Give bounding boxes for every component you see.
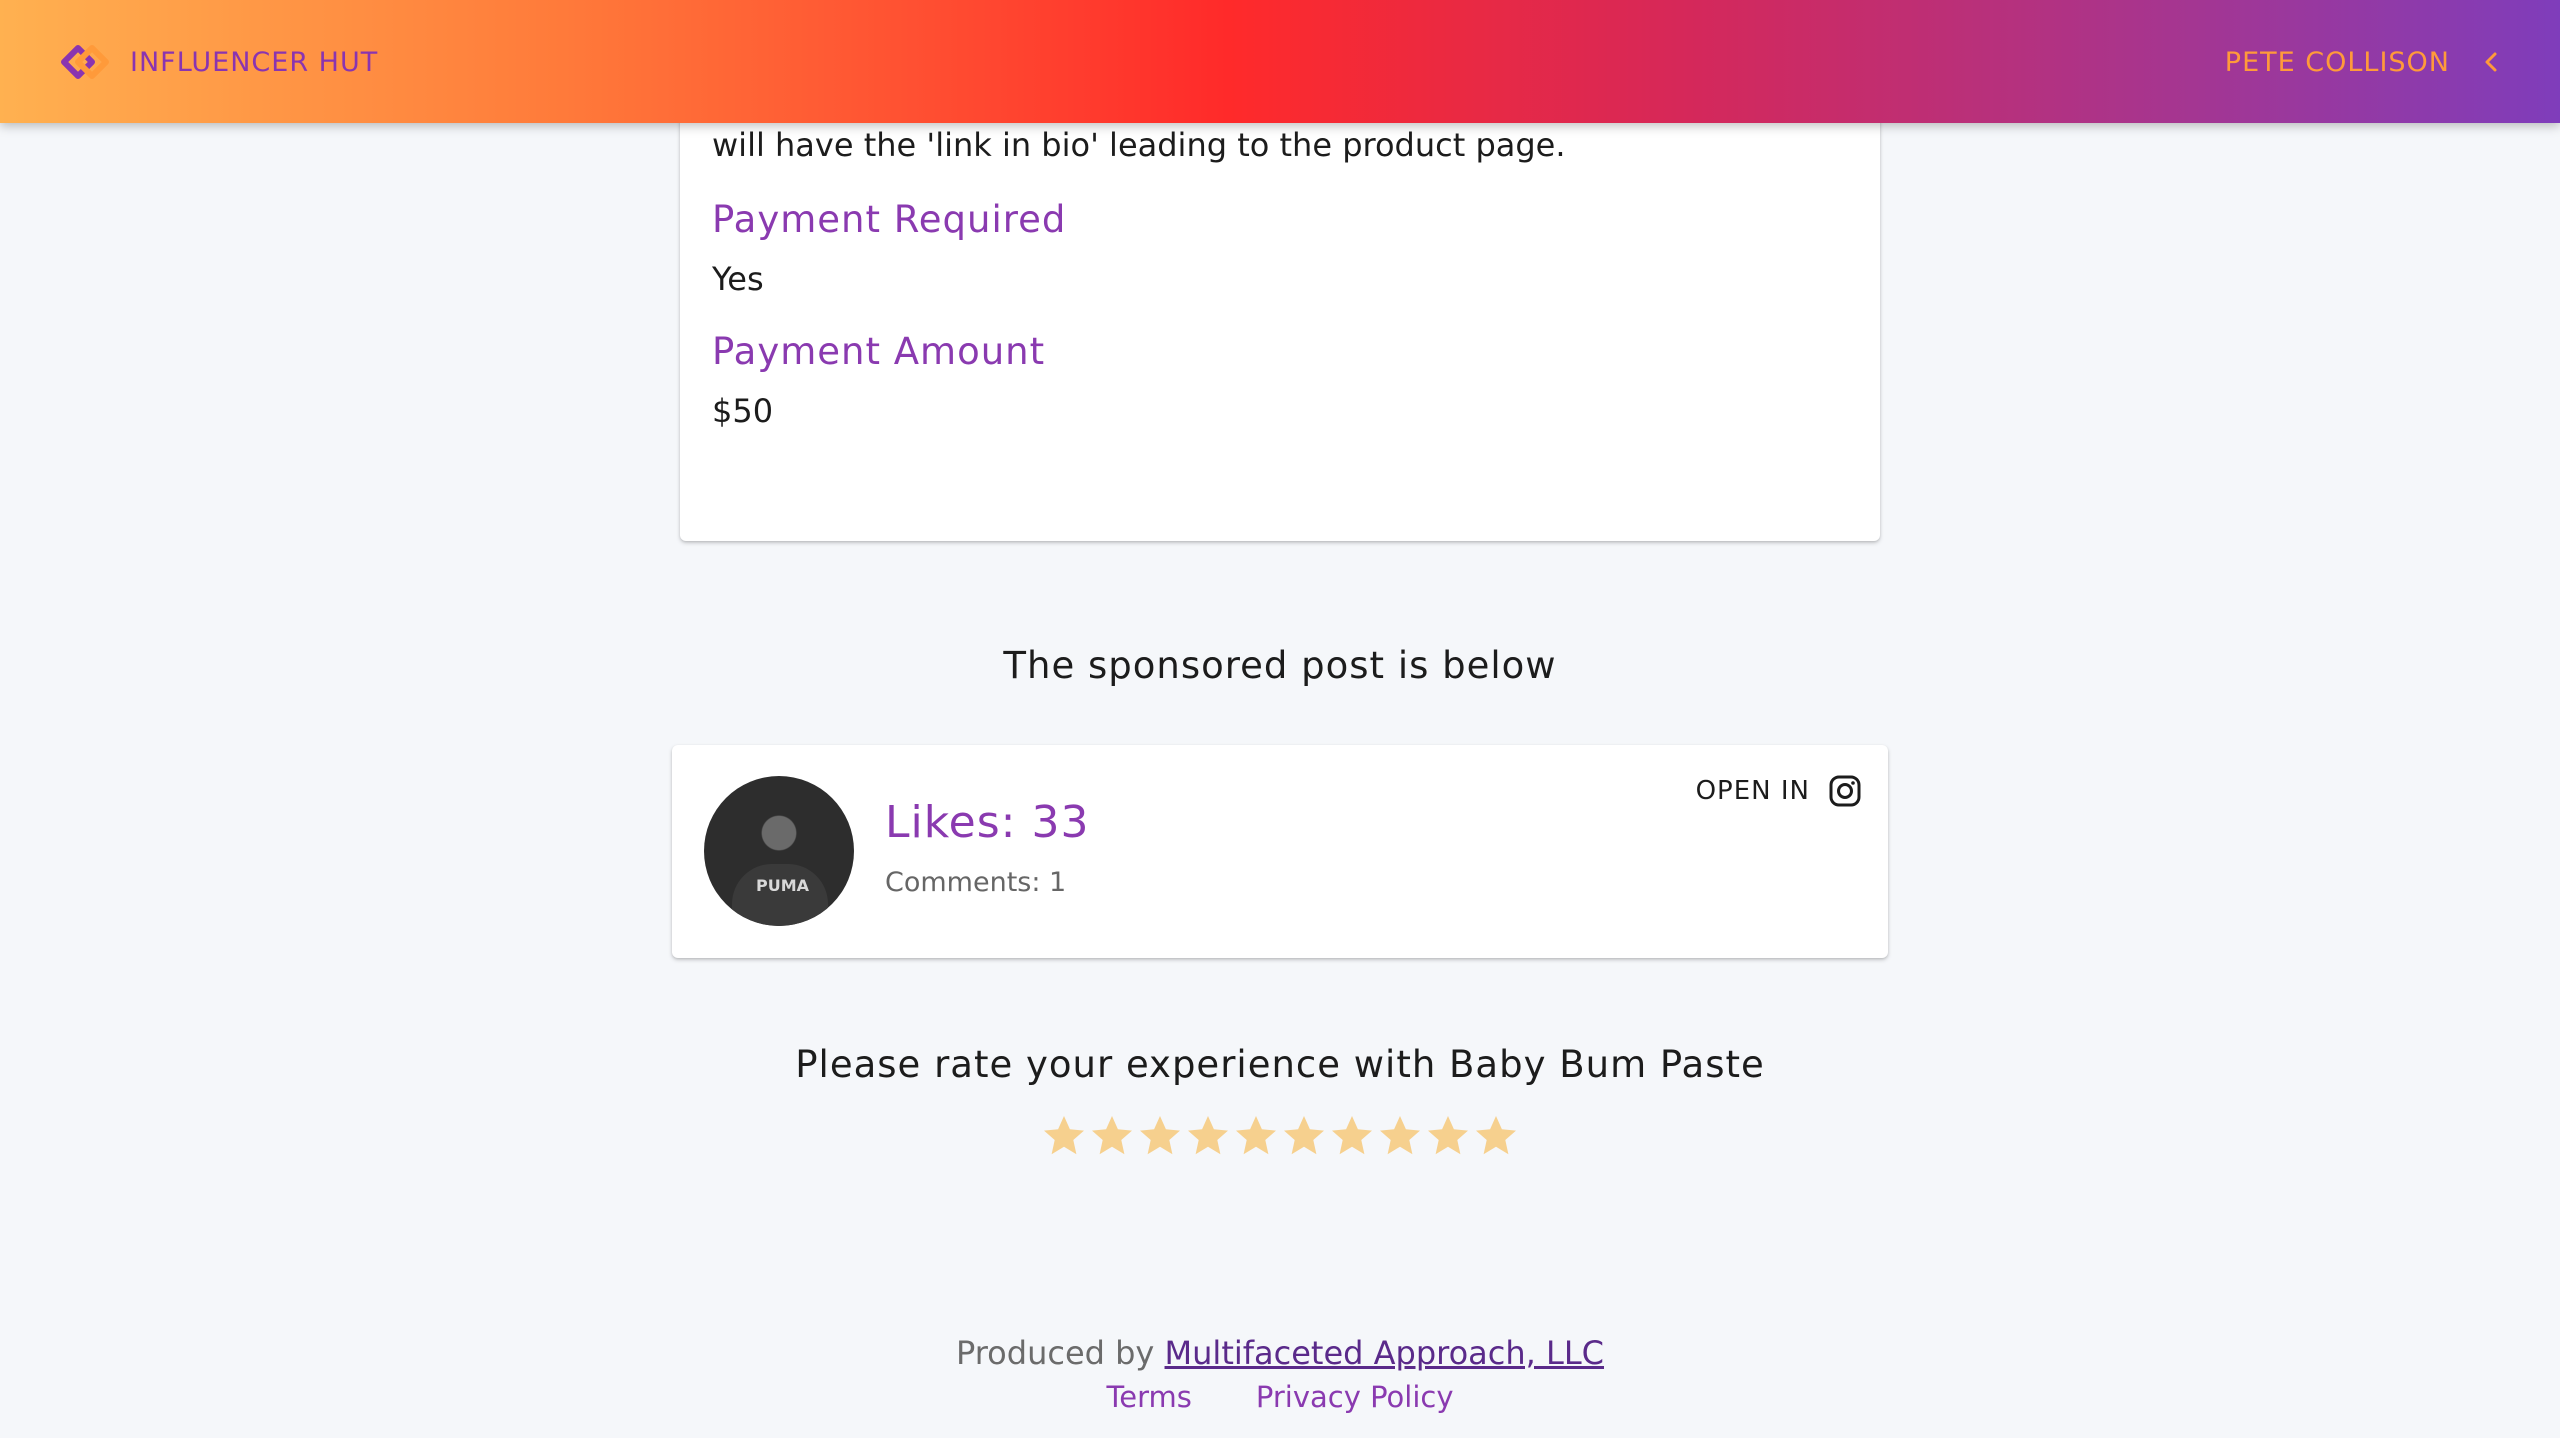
terms-link[interactable]: Terms <box>1106 1380 1191 1414</box>
star-4-icon[interactable] <box>1184 1112 1232 1160</box>
star-5-icon[interactable] <box>1232 1112 1280 1160</box>
avatar-shirt-text: PUMA <box>756 876 810 895</box>
campaign-description-text: will have the 'link in bio' leading to t… <box>712 126 1566 164</box>
avatar-shirt <box>732 864 828 926</box>
star-1-icon[interactable] <box>1040 1112 1088 1160</box>
privacy-policy-link[interactable]: Privacy Policy <box>1256 1380 1454 1414</box>
footer-nav: Terms Privacy Policy <box>0 1380 2560 1414</box>
app-header: INFLUENCER HUT PETE COLLISON <box>0 0 2560 123</box>
payment-required-value: Yes <box>712 260 764 298</box>
open-in-label: OPEN IN <box>1695 776 1810 806</box>
star-rating <box>1040 1112 1520 1160</box>
post-likes: Likes: 33 <box>885 797 1090 848</box>
payment-amount-value: $50 <box>712 392 774 430</box>
post-comments: Comments: 1 <box>885 867 1067 898</box>
chevron-left-icon[interactable] <box>2478 49 2504 75</box>
star-9-icon[interactable] <box>1424 1112 1472 1160</box>
user-menu-toggle[interactable]: PETE COLLISON <box>2225 38 2504 86</box>
brand-name: INFLUENCER HUT <box>130 46 379 78</box>
star-2-icon[interactable] <box>1088 1112 1136 1160</box>
produced-by-text: Produced by <box>955 1334 1155 1372</box>
company-link[interactable]: Multifaceted Approach, LLC <box>1165 1334 1604 1372</box>
user-name: PETE COLLISON <box>2224 46 2450 78</box>
post-author-avatar: PUMA <box>704 776 854 926</box>
sponsored-post-heading: The sponsored post is below <box>1003 644 1557 687</box>
footer-credit: Produced by Multifaceted Approach, LLC <box>0 1334 2560 1372</box>
star-10-icon[interactable] <box>1472 1112 1520 1160</box>
star-6-icon[interactable] <box>1280 1112 1328 1160</box>
star-7-icon[interactable] <box>1328 1112 1376 1160</box>
rating-heading: Please rate your experience with Baby Bu… <box>795 1043 1765 1086</box>
instagram-icon <box>1829 775 1861 807</box>
star-8-icon[interactable] <box>1376 1112 1424 1160</box>
payment-required-label: Payment Required <box>712 198 1067 241</box>
payment-amount-label: Payment Amount <box>712 330 1046 373</box>
star-3-icon[interactable] <box>1136 1112 1184 1160</box>
brand-home-link[interactable]: INFLUENCER HUT <box>56 38 378 86</box>
open-in-instagram-button[interactable]: OPEN IN <box>1696 771 1862 811</box>
sponsored-post-card: PUMA Likes: 33 Comments: 1 OPEN IN <box>672 745 1888 958</box>
campaign-details-card: will have the 'link in bio' leading to t… <box>680 80 1880 541</box>
brand-logo-icon <box>61 45 109 79</box>
